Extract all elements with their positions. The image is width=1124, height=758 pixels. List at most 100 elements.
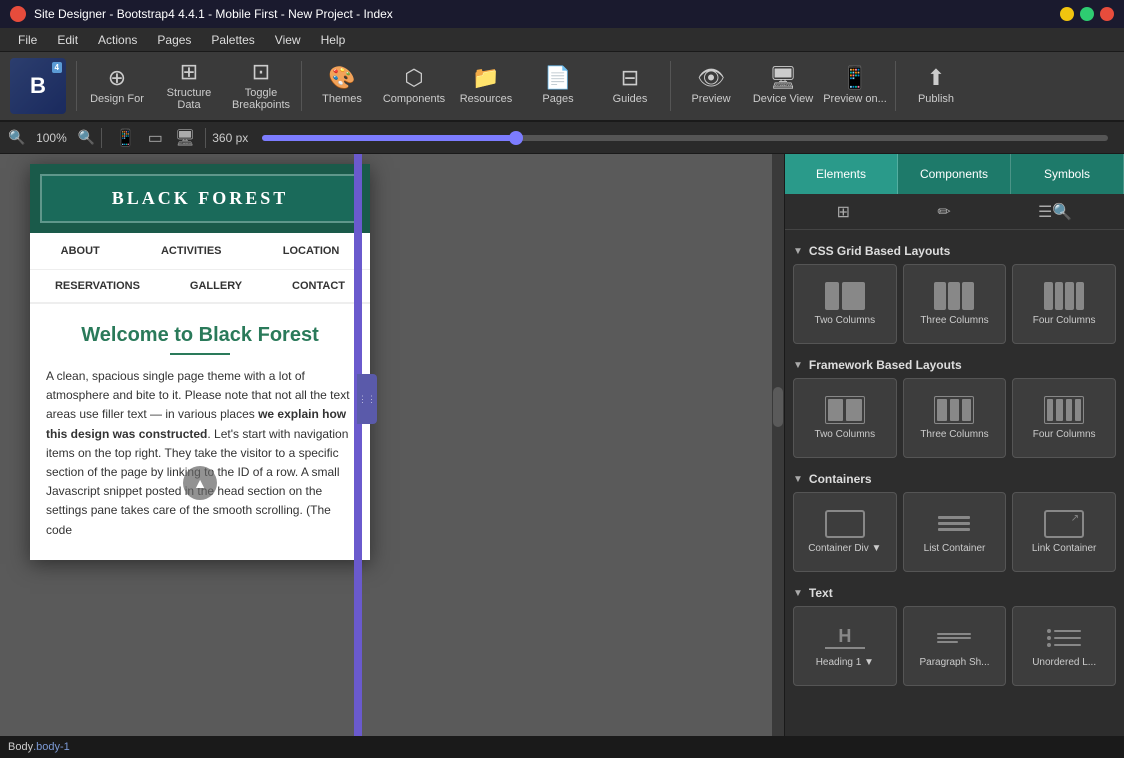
canvas-resize-handle[interactable] [354,154,362,736]
section-containers[interactable]: ▼ Containers [793,466,1116,492]
canvas-scrollbar[interactable] [772,154,784,736]
tab-elements[interactable]: Elements [785,154,898,194]
nav-about[interactable]: ABOUT [53,241,108,261]
three-columns-fw-card[interactable]: Three Columns [903,378,1007,458]
col4 [1075,399,1081,421]
panel-content: ▼ CSS Grid Based Layouts Two Columns [785,230,1124,736]
menu-pages[interactable]: Pages [147,28,201,51]
menu-actions[interactable]: Actions [88,28,147,51]
device-buttons: 📱 ▭ 🖥 [112,126,199,150]
fw-four-col-preview [1044,396,1084,424]
grid-icon[interactable]: ⊞ [833,198,854,226]
heading-1-label: Heading 1 ▼ [816,656,874,669]
title-text: Site Designer - Bootstrap4 4.4.1 - Mobil… [34,7,1060,21]
framework-label: Framework Based Layouts [809,358,962,372]
col2 [842,282,865,310]
col1 [825,282,839,310]
resources-button[interactable]: 📁 Resources [450,54,522,118]
paragraph-card[interactable]: Paragraph Sh... [903,606,1007,686]
menu-file[interactable]: File [8,28,47,51]
menu-edit[interactable]: Edit [47,28,88,51]
toolbar-separator-3 [670,61,671,111]
preview-label: Preview [691,93,730,105]
three-columns-css-card[interactable]: Three Columns [903,264,1007,344]
right-panel: Elements Components Symbols ⊞ ✏ ☰🔍 ▼ CSS… [784,154,1124,736]
nav-location[interactable]: LOCATION [275,241,348,261]
col1 [937,399,946,421]
heading-icon: H [825,624,865,652]
canvas-scrollbar-thumb[interactable] [773,387,783,427]
preview-welcome: Welcome to Black Forest A clean, spaciou… [30,304,370,560]
desktop-device-button[interactable]: 🖥 [171,126,199,150]
status-bar: Body .body-1 [0,736,1124,758]
section-text[interactable]: ▼ Text [793,580,1116,606]
minimize-button[interactable] [1060,7,1074,21]
four-columns-fw-card[interactable]: Four Columns [1012,378,1116,458]
toggle-breakpoints-button[interactable]: ⊡ Toggle Breakpoints [225,54,297,118]
version-badge: 4 [52,62,62,73]
zoom-out-icon[interactable]: 🔍 [8,129,25,146]
link-container-label: Link Container [1032,542,1096,555]
preview-on-button[interactable]: 📱 Preview on... [819,54,891,118]
maximize-button[interactable] [1080,7,1094,21]
link-container-card[interactable]: Link Container [1012,492,1116,572]
toolbar-separator-4 [895,61,896,111]
zoom-percent: 100% [31,131,71,145]
nav-activities[interactable]: ACTIVITIES [153,241,230,261]
structure-data-icon: ⊞ [180,61,198,83]
menu-palettes[interactable]: Palettes [201,28,264,51]
zoom-slider[interactable] [262,135,1108,141]
two-columns-fw-card[interactable]: Two Columns [793,378,897,458]
logo-letter: B [30,73,46,99]
components-button[interactable]: ⬡ Components [378,54,450,118]
device-view-button[interactable]: 🖥 Device View [747,54,819,118]
text-label: Text [809,586,833,600]
section-framework[interactable]: ▼ Framework Based Layouts [793,352,1116,378]
design-for-label: Design For [90,93,144,105]
framework-items: Two Columns Three Columns [793,378,1116,458]
themes-button[interactable]: 🎨 Themes [306,54,378,118]
search-filter-icon[interactable]: ☰🔍 [1034,198,1076,226]
section-css-grid[interactable]: ▼ CSS Grid Based Layouts [793,238,1116,264]
container-div-card[interactable]: Container Div ▼ [793,492,897,572]
tablet-device-button[interactable]: ▭ [144,126,167,150]
list-container-icon [934,510,974,538]
container-div-label: Container Div ▼ [808,542,881,555]
structure-data-button[interactable]: ⊞ Structure Data [153,54,225,118]
four-columns-css-card[interactable]: Four Columns [1012,264,1116,344]
mobile-device-button[interactable]: 📱 [112,126,140,150]
body-class: .body-1 [33,741,70,753]
zoom-bar: 🔍 100% 🔍 📱 ▭ 🖥 360 px [0,122,1124,154]
nav-contact[interactable]: CONTACT [284,276,353,296]
scroll-up-button[interactable]: ▲ [183,466,217,500]
panel-toggle-handle[interactable]: ⋮⋮ [357,374,377,424]
pencil-icon[interactable]: ✏ [933,198,954,226]
nav-gallery[interactable]: GALLERY [182,276,250,296]
tab-symbols[interactable]: Symbols [1011,154,1124,194]
design-for-button[interactable]: ⊕ Design For [81,54,153,118]
two-columns-css-card[interactable]: Two Columns [793,264,897,344]
list-container-card[interactable]: List Container [903,492,1007,572]
canvas-preview: BLACK FOREST ABOUT ACTIVITIES LOCATION R… [30,164,370,560]
guides-button[interactable]: ⊟ Guides [594,54,666,118]
text-chevron: ▼ [793,588,803,599]
tab-components[interactable]: Components [898,154,1011,194]
zoom-in-icon[interactable]: 🔍 [77,129,94,146]
canvas-area[interactable]: ⋮⋮ BLACK FOREST ABOUT ACTIVITIES LOCATIO… [0,154,784,736]
panel-tab-icons: ⊞ ✏ ☰🔍 [785,194,1124,230]
preview-button[interactable]: 👁 Preview [675,54,747,118]
menu-view[interactable]: View [265,28,311,51]
css-grid-items: Two Columns Three Columns [793,264,1116,344]
col1 [1047,399,1053,421]
unordered-list-card[interactable]: Unordered L... [1012,606,1116,686]
heading-1-card[interactable]: H Heading 1 ▼ [793,606,897,686]
text-items: H Heading 1 ▼ Paragraph Sh... [793,606,1116,686]
col1 [828,399,844,421]
pages-button[interactable]: 📄 Pages [522,54,594,118]
publish-button[interactable]: ⬆ Publish [900,54,972,118]
nav-reservations[interactable]: RESERVATIONS [47,276,148,296]
close-button[interactable] [1100,7,1114,21]
themes-icon: 🎨 [328,67,355,89]
menu-help[interactable]: Help [311,28,356,51]
col1 [934,282,946,310]
